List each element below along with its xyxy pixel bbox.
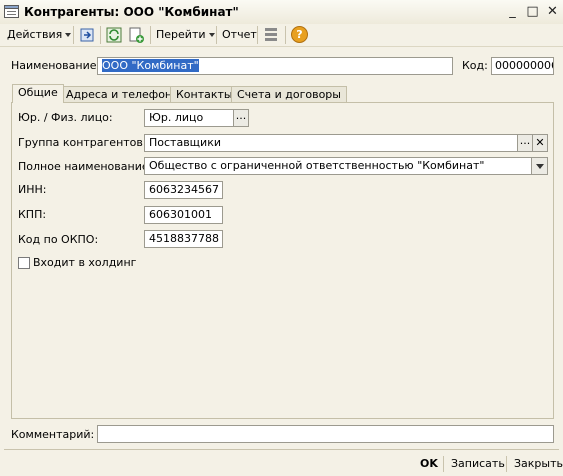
chevron-down-icon: [65, 33, 72, 37]
holding-label: Входит в холдинг: [33, 256, 137, 269]
minimize-button[interactable]: _: [504, 4, 521, 20]
tab-accounts[interactable]: Счета и договоры: [231, 86, 347, 102]
group-clear-button[interactable]: ✕: [532, 134, 548, 152]
fullname-dropdown-button[interactable]: [531, 157, 548, 175]
legal-type-label: Юр. / Физ. лицо:: [18, 111, 113, 124]
window-title: Контрагенты: ООО "Комбинат": [24, 5, 239, 19]
toolbar-separator: [73, 26, 74, 44]
name-field[interactable]: ООО "Комбинат": [97, 57, 453, 75]
copy-new-icon[interactable]: [127, 26, 145, 44]
maximize-button[interactable]: □: [524, 4, 541, 20]
actions-label: Действия: [7, 28, 63, 41]
inn-field[interactable]: 6063234567: [144, 181, 223, 199]
name-label: Наименование:: [11, 59, 101, 72]
group-label: Группа контрагентов:: [18, 136, 147, 149]
holding-checkbox[interactable]: [18, 257, 30, 269]
footer-separator: [506, 456, 507, 472]
legal-type-field[interactable]: Юр. лицо: [144, 109, 234, 127]
chevron-down-icon: [535, 164, 544, 169]
goto-label: Перейти: [156, 28, 206, 41]
toolbar-separator: [257, 26, 258, 44]
structure-icon[interactable]: [262, 26, 280, 44]
kpp-field[interactable]: 606301001: [144, 206, 223, 224]
comment-field[interactable]: [97, 425, 554, 443]
refresh-icon[interactable]: [105, 26, 123, 44]
report-button[interactable]: Отчет: [222, 27, 257, 43]
group-field[interactable]: Поставщики: [144, 134, 518, 152]
footer-divider: [4, 449, 559, 450]
save-close-icon[interactable]: [78, 26, 96, 44]
legal-type-select-button[interactable]: ...: [233, 109, 249, 127]
goto-menu[interactable]: Перейти: [156, 27, 215, 43]
chevron-down-icon: [208, 33, 215, 37]
okpo-label: Код по ОКПО:: [18, 233, 99, 246]
group-select-button[interactable]: ...: [517, 134, 533, 152]
tab-addresses[interactable]: Адреса и телефоны: [60, 86, 187, 102]
toolbar-separator: [150, 26, 151, 44]
tab-contacts[interactable]: Контакты: [170, 86, 239, 102]
code-field[interactable]: 000000006: [491, 57, 554, 75]
name-value: ООО "Комбинат": [102, 59, 199, 72]
okpo-field[interactable]: 4518837788: [144, 230, 223, 248]
comment-label: Комментарий:: [11, 428, 95, 441]
toolbar-separator: [100, 26, 101, 44]
actions-menu[interactable]: Действия: [7, 27, 72, 43]
footer-separator: [443, 456, 444, 472]
ok-button[interactable]: OK: [420, 456, 438, 472]
help-icon[interactable]: ?: [291, 26, 308, 43]
close-window-button[interactable]: ✕: [544, 4, 561, 20]
tab-general[interactable]: Общие: [12, 84, 64, 103]
toolbar-separator: [216, 26, 217, 44]
fullname-label: Полное наименование:: [18, 160, 153, 173]
inn-label: ИНН:: [18, 183, 47, 196]
fullname-field[interactable]: Общество с ограниченной ответственностью…: [144, 157, 532, 175]
kpp-label: КПП:: [18, 208, 47, 221]
close-button[interactable]: Закрыть: [514, 456, 563, 472]
form-icon: [4, 5, 19, 18]
save-button[interactable]: Записать: [451, 456, 505, 472]
toolbar-separator: [285, 26, 286, 44]
code-label: Код:: [462, 59, 488, 72]
